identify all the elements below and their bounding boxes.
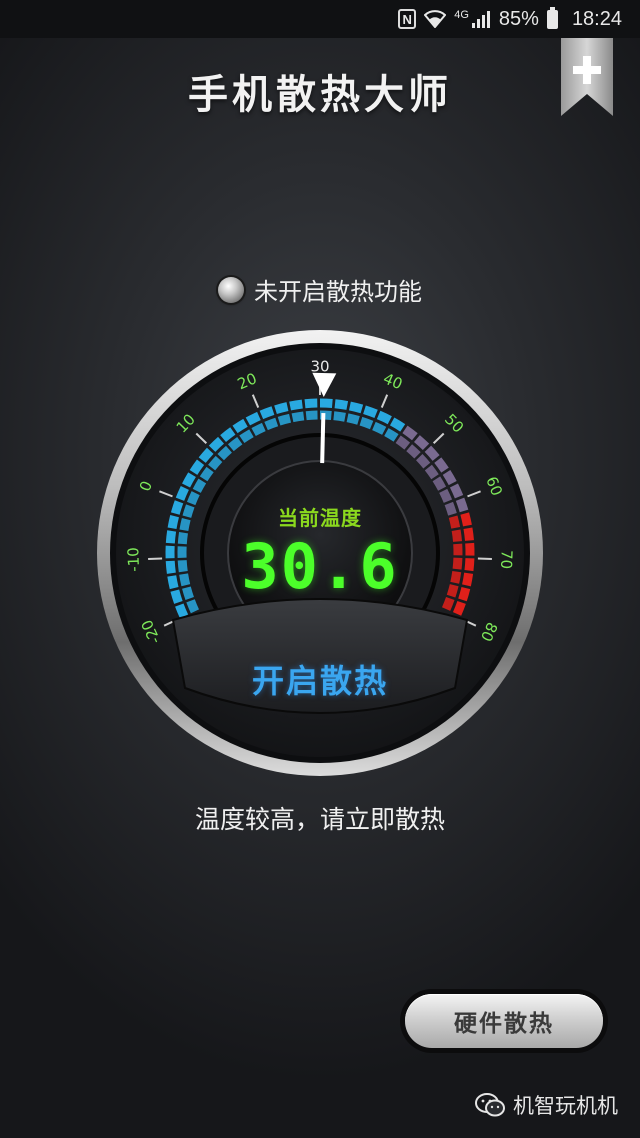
gauge-needle-line [320, 412, 326, 464]
watermark-text: 机智玩机机 [513, 1094, 618, 1118]
gauge-scale-segment [251, 422, 266, 436]
gauge-scale-segment [449, 483, 464, 499]
gauge-scale-segment [442, 469, 457, 486]
gauge-scale-segment [416, 454, 431, 469]
signal-icon [471, 10, 491, 28]
start-cooling-button[interactable]: 开启散热 [210, 652, 430, 706]
gauge-scale-segment [424, 464, 439, 480]
gauge-scale-segment [199, 466, 214, 482]
wechat-icon [475, 1093, 505, 1117]
battery-percent: 85% [498, 7, 539, 30]
gauge-scale-segment [198, 447, 214, 463]
gauge-scale-segment [384, 428, 399, 442]
gauge-scale-segment [291, 411, 305, 423]
gauge-scale-segment [305, 410, 318, 421]
gauge-scale-segment [175, 485, 189, 501]
current-temperature-label: 当前温度 [278, 506, 362, 530]
hardware-cooling-button[interactable]: 硬件散热 [400, 989, 608, 1053]
gauge-scale-segment [319, 398, 333, 408]
nfc-icon: N [398, 9, 417, 29]
gauge-scale-segment [227, 437, 243, 452]
bookmark-add-icon[interactable] [561, 38, 613, 116]
watermark: 机智玩机机 [475, 1090, 618, 1120]
gauge-scale-segment [217, 445, 232, 461]
gauge-scale-segment [439, 488, 453, 503]
gauge-scale-segment [376, 410, 392, 425]
battery-icon [546, 6, 558, 29]
wifi-icon [424, 10, 447, 28]
gauge-scale-segment [175, 603, 189, 619]
gauge-scale-segment [348, 401, 364, 414]
gauge-scale-segment [192, 478, 207, 493]
gauge-scale-segment [274, 402, 289, 415]
clock: 18:24 [571, 7, 622, 30]
gauge-scale-segment [182, 472, 196, 488]
gauge-scale-segment [304, 398, 318, 409]
gauge-scale-segment [232, 418, 248, 434]
gauge-scale-segment [413, 435, 430, 451]
gauge-scale-segment [363, 405, 378, 419]
gauge-scale-segment [389, 417, 406, 432]
status-led-icon [218, 276, 244, 303]
gauge-scale-segment [432, 476, 447, 491]
cooling-status: 未开启散热功能 [0, 272, 640, 307]
gauge-scale-segment [395, 435, 411, 450]
gauge-scale-segment [264, 417, 279, 431]
gauge-scale-segment [434, 457, 449, 473]
gauge-scale-segment [372, 421, 387, 435]
gauge-scale-segment [220, 427, 236, 442]
gauge-scale-segment [208, 436, 225, 452]
gauge-scale-segment [208, 455, 223, 471]
gauge-scale-segment [333, 411, 346, 422]
cooling-status-text: 未开启散热功能 [254, 278, 422, 306]
network-type-label: 4G [454, 9, 469, 21]
temperature-tip: 温度较高，请立即散热 [194, 805, 445, 834]
gauge-scale-segment [452, 600, 466, 616]
gauge-scale-segment [359, 416, 374, 430]
current-temperature-value: 30.6 [241, 530, 399, 603]
gauge-scale-segment [334, 399, 349, 410]
gauge-scale-segment [245, 411, 261, 426]
status-bar: N 4G 85% 18:24 [0, 0, 640, 38]
gauge-scale-segment [277, 413, 292, 426]
gauge-scale-segment [289, 399, 303, 411]
page-title: 手机散热大师 [188, 72, 452, 118]
gauge-scale-segment [402, 425, 418, 441]
gauge-scale-segment [346, 413, 360, 425]
hardware-cooling-label: 硬件散热 [405, 994, 603, 1048]
gauge-scale-segment [239, 429, 254, 443]
gauge-scale-segment [259, 406, 275, 420]
gauge-scale-segment [189, 459, 205, 475]
gauge-scale-segment [424, 445, 440, 461]
gauge-scale-segment [406, 444, 421, 459]
